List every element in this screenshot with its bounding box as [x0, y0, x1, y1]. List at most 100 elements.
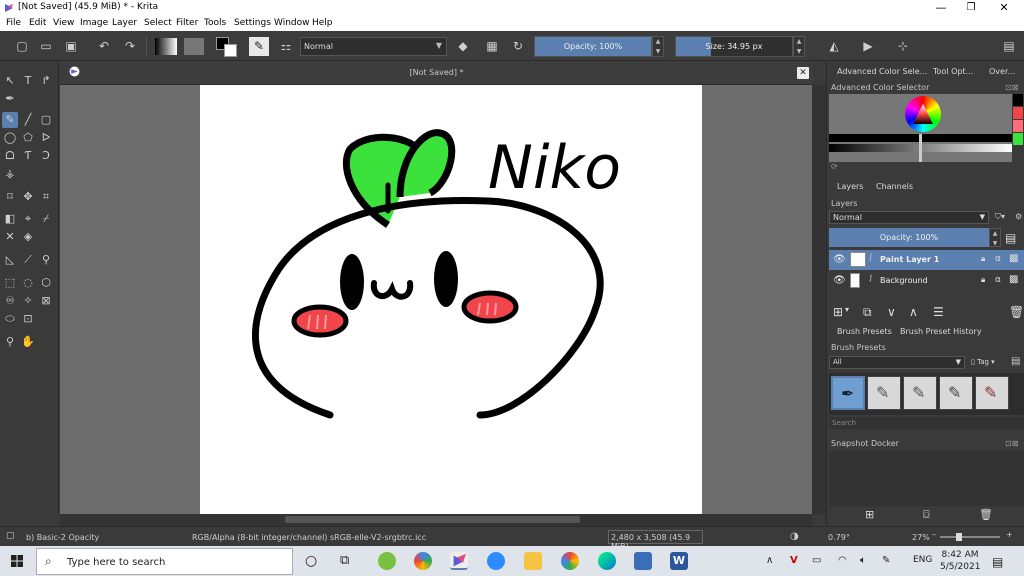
multibrush-icon[interactable]: ⚶: [2, 166, 18, 182]
close-document-icon[interactable]: ✕: [797, 67, 809, 79]
size-spinner[interactable]: ▲ ▼: [793, 36, 805, 57]
add-layer-icon[interactable]: ⊞: [833, 305, 843, 319]
edit-shapes-icon[interactable]: ↱: [38, 73, 54, 89]
notification-icon[interactable]: ▤: [992, 555, 1003, 569]
word-icon[interactable]: W: [670, 552, 688, 570]
brush-settings-icon[interactable]: ⚏: [278, 38, 294, 54]
delete-layer-icon[interactable]: 🗑︎: [1009, 305, 1024, 319]
color-history-pink[interactable]: [1013, 120, 1023, 132]
antivirus-icon[interactable]: V: [790, 555, 798, 566]
fg-bg-color-swatch[interactable]: [216, 37, 238, 57]
menu-image[interactable]: Image: [80, 18, 108, 28]
menu-tools[interactable]: Tools: [204, 18, 226, 28]
docker-menu-icon[interactable]: ▤: [1001, 38, 1017, 54]
add-snapshot-icon[interactable]: ⊞: [865, 508, 874, 521]
brush-preset-4[interactable]: ✎: [939, 376, 973, 410]
menu-edit[interactable]: Edit: [29, 18, 46, 28]
rectangle-tool-icon[interactable]: ▢: [38, 112, 54, 128]
mirror-vertical-icon[interactable]: ▶: [860, 38, 876, 54]
gradient-tool-icon[interactable]: ◧: [2, 211, 18, 227]
rotation-reset-icon[interactable]: ◑: [790, 531, 799, 542]
layer-opacity-spinner[interactable]: ▲ ▼: [989, 228, 1001, 247]
move-tool-icon[interactable]: ✥: [20, 189, 36, 205]
layer-blend-select[interactable]: Normal ▼: [829, 211, 989, 224]
similar-select-icon[interactable]: ⊠: [38, 293, 54, 309]
zoom-tool-icon[interactable]: ⚲: [2, 334, 18, 350]
tab-brush-presets[interactable]: Brush Presets: [837, 327, 892, 336]
language-indicator[interactable]: ENG: [913, 555, 932, 565]
magnetic-select-icon[interactable]: ⊡: [20, 311, 36, 327]
taskbar-clock[interactable]: 8:42 AM 5/5/2021: [940, 549, 980, 573]
visibility-eye-icon[interactable]: 👁: [833, 254, 846, 265]
chrome-icon-1[interactable]: [414, 552, 432, 570]
zoom-slider-handle[interactable]: [956, 533, 962, 541]
pen-workspace-icon[interactable]: ✎: [882, 555, 890, 566]
close-button[interactable]: ✕: [988, 0, 1020, 16]
bezier-tool-icon[interactable]: ᗝ: [2, 148, 18, 164]
color-history-green[interactable]: [1013, 133, 1023, 145]
brush-preset-1[interactable]: ✒: [831, 376, 865, 410]
crop-transform-icon[interactable]: ⌑: [2, 189, 18, 205]
camera-icon[interactable]: ⌼: [923, 508, 930, 522]
layer-row-paint[interactable]: 👁 ∫ Paint Layer 1 🔒︎ α ▩: [829, 250, 1024, 270]
save-icon[interactable]: ▣: [63, 38, 79, 54]
docker-float-close-icon[interactable]: ⊡⊠: [1005, 83, 1018, 92]
task-view-icon[interactable]: ⧉: [340, 553, 349, 568]
dynamic-brush-icon[interactable]: Ↄ: [38, 148, 54, 164]
inherit-alpha-icon[interactable]: ▩: [1009, 253, 1018, 264]
color-picker-icon[interactable]: ⌖: [20, 211, 36, 227]
docker-float-close-icon[interactable]: ⊡⊠: [1005, 439, 1018, 448]
chrome-icon-2[interactable]: [561, 552, 579, 570]
polygon-tool-icon[interactable]: ⬠: [20, 130, 36, 146]
menu-filter[interactable]: Filter: [176, 18, 198, 28]
undo-icon[interactable]: ↶: [96, 38, 112, 54]
calligraphy-icon[interactable]: ✒: [2, 91, 18, 107]
wifi-icon[interactable]: ◠: [838, 555, 847, 566]
magic-wand-icon[interactable]: ✧: [20, 293, 36, 309]
scroll-thumb[interactable]: [285, 516, 580, 523]
menu-settings[interactable]: Settings: [234, 18, 271, 28]
pattern-swatch[interactable]: [184, 38, 204, 55]
visibility-eye-icon[interactable]: 👁: [833, 275, 846, 286]
color-selector-widget[interactable]: [829, 94, 1012, 162]
assistant-tool-icon[interactable]: ⟋: [20, 252, 36, 268]
brush-view-icon[interactable]: ▤: [1011, 356, 1020, 367]
freehand-select-icon[interactable]: ♾: [2, 293, 18, 309]
layer-options-icon[interactable]: ☰: [933, 305, 944, 319]
mirror-horizontal-icon[interactable]: ◭: [826, 38, 842, 54]
freehand-brush-icon[interactable]: ✎: [2, 112, 18, 128]
brush-preset-2[interactable]: ✎: [867, 376, 901, 410]
inherit-alpha-icon[interactable]: ▩: [1009, 274, 1018, 285]
image-size-box[interactable]: 2,480 x 3,508 (45.9 MiB): [608, 530, 703, 551]
lock-icon[interactable]: 🔒︎: [981, 254, 985, 264]
blend-mode-select[interactable]: Normal ▼: [300, 37, 447, 56]
move-layer-up-icon[interactable]: ∧: [909, 305, 918, 319]
opacity-slider[interactable]: Opacity: 100%: [534, 36, 652, 57]
brush-filter-select[interactable]: All ▼: [829, 356, 965, 369]
menu-layer[interactable]: Layer: [112, 18, 137, 28]
filter-icon[interactable]: ⛉▾: [995, 212, 1005, 222]
tab-advanced-color[interactable]: Advanced Color Sele...: [837, 67, 927, 76]
bezier-select-icon[interactable]: ⬭: [2, 311, 18, 327]
taskbar-search-input[interactable]: ⌕ Type here to search: [36, 548, 293, 575]
colorize-mask-icon[interactable]: ✕: [2, 229, 18, 245]
tray-expand-icon[interactable]: ∧: [766, 555, 773, 566]
tab-brush-history[interactable]: Brush Preset History: [900, 327, 982, 336]
reference-tool-icon[interactable]: ⚲: [38, 252, 54, 268]
lock-icon[interactable]: 🔒︎: [981, 275, 985, 285]
brush-search-input[interactable]: Search: [829, 417, 1024, 429]
menu-help[interactable]: Help: [312, 18, 333, 28]
battery-icon[interactable]: ▭: [812, 555, 821, 566]
tab-overview[interactable]: Over...: [989, 67, 1015, 76]
krita-taskbar-icon[interactable]: [450, 552, 468, 570]
brush-preset-3[interactable]: ✎: [903, 376, 937, 410]
layer-settings-icon[interactable]: ⚙: [1015, 212, 1022, 221]
color-history-red[interactable]: [1013, 107, 1023, 119]
layer-opacity-slider[interactable]: Opacity: 100%: [829, 228, 989, 247]
line-tool-icon[interactable]: ╱: [20, 112, 36, 128]
drawing-canvas[interactable]: Niko: [200, 85, 702, 514]
ellipse-select-icon[interactable]: ◌: [20, 275, 36, 291]
crop-tool-icon[interactable]: ⌗: [38, 189, 54, 205]
tab-channels[interactable]: Channels: [876, 182, 913, 191]
move-layer-down-icon[interactable]: ∨: [887, 305, 896, 319]
